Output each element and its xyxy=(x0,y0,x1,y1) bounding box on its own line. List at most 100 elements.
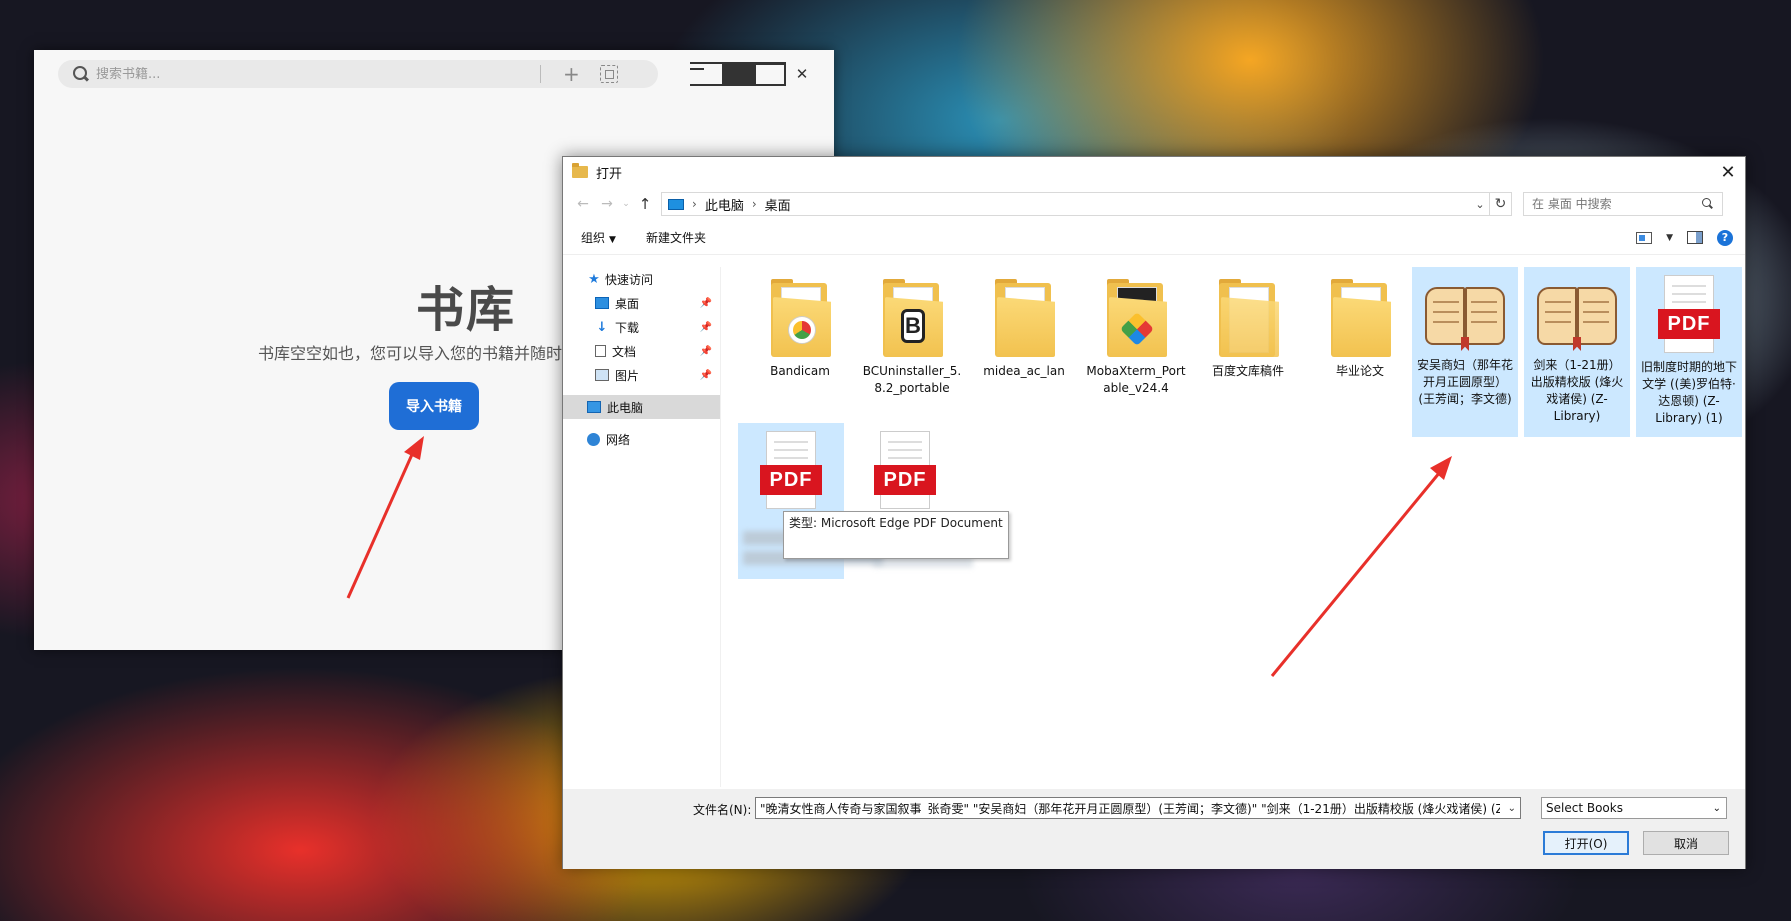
breadcrumb-desktop[interactable]: 桌面 xyxy=(765,195,791,214)
maximize-icon xyxy=(754,62,786,86)
dialog-toolbar: 组织 ▼ 新建文件夹 ▼ ? xyxy=(563,221,1745,255)
close-button[interactable]: ✕ xyxy=(786,62,818,86)
pin-icon: 📌 xyxy=(699,345,712,357)
file-item-book-selected[interactable]: 安吴商妇（那年花开月正圆原型）(王芳闻；李文德) xyxy=(1412,267,1518,437)
file-type-tooltip: 类型: Microsoft Edge PDF Document xyxy=(783,511,1009,559)
search-icon xyxy=(72,65,90,83)
forward-arrow-icon[interactable]: → xyxy=(595,196,619,212)
up-arrow-icon[interactable]: ↑ xyxy=(633,195,657,213)
organize-menu[interactable]: 组织 ▼ xyxy=(581,229,616,246)
filename-input[interactable] xyxy=(760,801,1500,815)
breadcrumb-separator-icon: › xyxy=(751,197,757,211)
preview-pane-icon[interactable] xyxy=(1687,231,1703,244)
nav-item-desktop[interactable]: 桌面 📌 xyxy=(563,291,720,315)
file-item-pdf-selected[interactable]: PDF 旧制度时期的地下文学 ((美)罗伯特·达恩顿) (Z-Library) … xyxy=(1636,267,1742,437)
picture-icon xyxy=(595,369,609,381)
file-item-pdf[interactable]: PDF xyxy=(852,423,958,511)
nav-item-label: 图片 xyxy=(615,368,640,383)
filter-value: Select Books xyxy=(1546,801,1623,815)
file-item-folder[interactable]: Bandicam xyxy=(750,269,850,380)
network-icon xyxy=(587,432,600,446)
nav-item-label: 下载 xyxy=(615,320,640,335)
new-folder-button[interactable]: 新建文件夹 xyxy=(646,229,706,246)
breadcrumb-this-pc[interactable]: 此电脑 xyxy=(705,195,744,214)
folder-search-box[interactable] xyxy=(1523,192,1723,216)
search-icon xyxy=(1702,198,1714,210)
star-icon: ★ xyxy=(588,271,600,287)
nav-item-label: 桌面 xyxy=(615,296,640,311)
nav-item-network[interactable]: 网络 xyxy=(563,427,720,451)
pin-icon: 📌 xyxy=(699,297,712,309)
open-button[interactable]: 打开(O) xyxy=(1543,831,1629,855)
add-icon[interactable]: + xyxy=(563,64,580,84)
dialog-close-button[interactable]: ✕ xyxy=(1717,161,1739,183)
pdf-label: PDF xyxy=(874,465,936,495)
book-search-input[interactable] xyxy=(96,66,536,82)
file-type-filter[interactable]: Select Books ⌄ xyxy=(1541,797,1727,819)
library-title: 书库 xyxy=(415,282,516,338)
pdf-file-icon: PDF xyxy=(874,431,936,511)
file-item-folder[interactable]: midea_ac_lan xyxy=(974,269,1074,380)
organize-label: 组织 xyxy=(581,231,606,245)
change-view-icon[interactable] xyxy=(1636,231,1653,244)
nav-item-downloads[interactable]: ↓ 下载 📌 xyxy=(563,315,720,339)
file-name: 安吴商妇（那年花开月正圆原型）(王芳闻；李文德) xyxy=(1416,358,1513,406)
file-name: midea_ac_lan xyxy=(983,364,1065,378)
nav-item-this-pc[interactable]: 此电脑 xyxy=(563,395,720,419)
file-name: 毕业论文 xyxy=(1335,364,1384,378)
import-books-button[interactable]: 导入书籍 xyxy=(389,382,479,430)
pin-icon: 📌 xyxy=(699,369,712,381)
folder-icon xyxy=(1217,279,1279,359)
address-bar[interactable]: › 此电脑 › 桌面 ⌄ xyxy=(661,192,1490,216)
document-icon xyxy=(595,345,606,357)
chevron-down-icon[interactable]: ⌄ xyxy=(1508,803,1516,814)
file-item-folder[interactable]: MobaXterm_Portable_v24.4 xyxy=(1086,269,1186,397)
file-item-folder[interactable]: 毕业论文 xyxy=(1310,269,1410,380)
file-name: BCUninstaller_5.8.2_portable xyxy=(862,364,962,395)
help-icon[interactable]: ? xyxy=(1717,229,1733,246)
desktop-icon xyxy=(595,297,609,309)
back-arrow-icon[interactable]: ← xyxy=(571,196,595,212)
folder-icon xyxy=(993,279,1055,359)
file-name: Bandicam xyxy=(770,364,830,378)
dialog-title: 打开 xyxy=(596,166,623,182)
folder-icon xyxy=(1105,279,1167,359)
book-search-bar[interactable]: + xyxy=(58,60,658,88)
nav-item-quick-access[interactable]: ★ 快速访问 xyxy=(563,267,720,291)
file-name: 百度文库稿件 xyxy=(1211,364,1284,378)
file-item-book-selected[interactable]: 剑来（1-21册）出版精校版 (烽火戏诸侯) (Z-Library) xyxy=(1524,267,1630,437)
book-icon xyxy=(1535,281,1619,351)
minimize-button[interactable] xyxy=(722,62,754,86)
nav-item-label: 网络 xyxy=(606,432,631,447)
filename-label: 文件名(N): xyxy=(693,803,752,817)
nav-item-label: 此电脑 xyxy=(607,400,644,415)
folder-icon xyxy=(1329,279,1391,359)
book-icon xyxy=(1423,281,1507,351)
folder-icon: B xyxy=(881,279,943,359)
file-name: MobaXterm_Portable_v24.4 xyxy=(1086,364,1186,395)
refresh-icon[interactable]: ↻ xyxy=(1490,192,1512,216)
file-item-folder[interactable]: B BCUninstaller_5.8.2_portable xyxy=(862,269,962,397)
minimize-icon xyxy=(722,62,754,86)
nav-item-pictures[interactable]: 图片 📌 xyxy=(563,363,720,387)
folder-search-input[interactable] xyxy=(1532,197,1702,211)
pin-icon: 📌 xyxy=(699,321,712,333)
file-item-folder[interactable]: 百度文库稿件 xyxy=(1198,269,1298,380)
dialog-footer: 文件名(N): ⌄ Select Books ⌄ 打开(O) 取消 xyxy=(563,789,1745,869)
pdf-label: PDF xyxy=(760,465,822,495)
dialog-titlebar: 打开 xyxy=(563,157,1745,187)
folder-icon xyxy=(572,163,588,178)
recent-dropdown-icon[interactable]: ⌄ xyxy=(619,199,633,209)
open-file-dialog: 打开 ✕ ← → ⌄ ↑ › 此电脑 › 桌面 ⌄ ↻ 组织▼ 新建文件夹 ▼ … xyxy=(562,156,1746,869)
caret-down-icon[interactable]: ▼ xyxy=(1666,233,1673,243)
scan-icon[interactable] xyxy=(599,65,618,83)
chevron-down-icon[interactable]: ⌄ xyxy=(1471,198,1489,211)
nav-item-documents[interactable]: 文档 📌 xyxy=(563,339,720,363)
menu-button[interactable] xyxy=(690,62,722,86)
filename-field[interactable]: ⌄ xyxy=(755,797,1521,819)
maximize-button[interactable] xyxy=(754,62,786,86)
file-name: 旧制度时期的地下文学 ((美)罗伯特·达恩顿) (Z-Library) (1) xyxy=(1640,360,1737,425)
cancel-button[interactable]: 取消 xyxy=(1643,831,1729,855)
pdf-label: PDF xyxy=(1658,309,1720,339)
file-name: 剑来（1-21册）出版精校版 (烽火戏诸侯) (Z-Library) xyxy=(1530,358,1624,423)
